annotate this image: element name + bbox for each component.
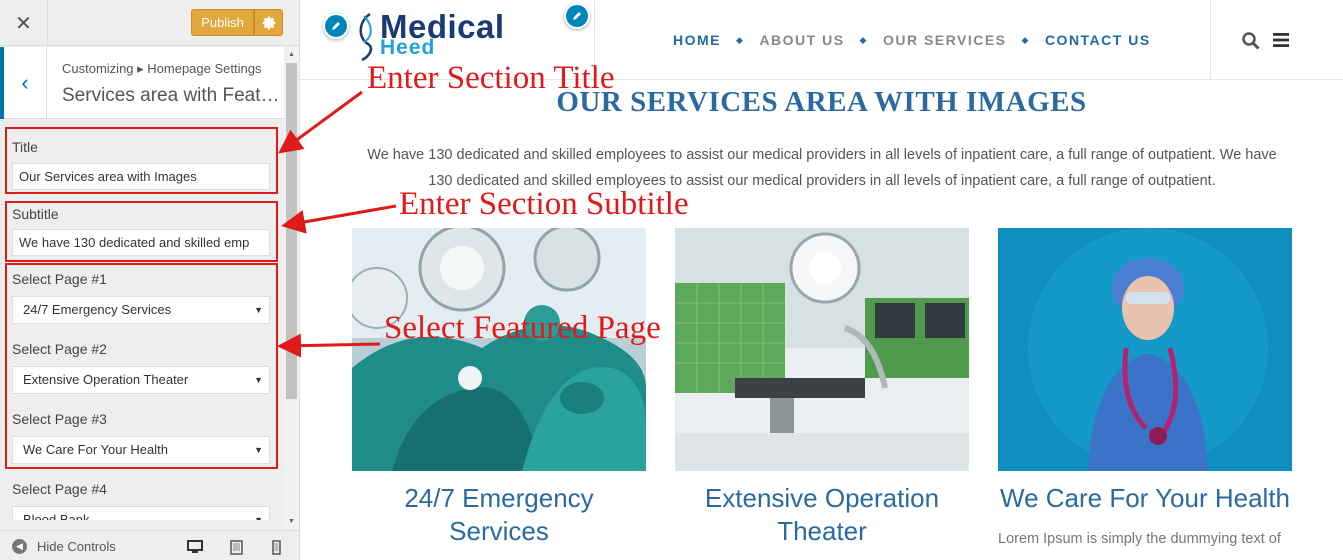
logo-mark-icon [359,12,373,62]
collapse-icon: ◀ [12,539,27,554]
service-card[interactable]: Extensive Operation Theater [675,228,969,548]
close-customizer-button[interactable]: ✕ [0,0,48,46]
service-card-title[interactable]: Extensive Operation Theater [675,482,969,548]
annotation-pages: Select Featured Page [384,310,661,346]
annotation-subtitle: Enter Section Subtitle [399,186,689,222]
service-card[interactable]: 24/7 Emergency Services [352,228,646,548]
service-card-title[interactable]: 24/7 Emergency Services [352,482,646,548]
edit-title-pencil-icon[interactable] [564,3,590,29]
chevron-down-icon: ▼ [254,515,263,520]
customizer-footer: ◀ Hide Controls [0,530,299,560]
page4-label: Select Page #4 [12,481,107,497]
hide-controls-button[interactable]: ◀ Hide Controls [12,539,116,554]
nav-contact[interactable]: CONTACT US [1045,32,1151,48]
nav-home[interactable]: HOME [673,32,721,48]
subtitle-highlight-box [5,201,278,262]
page4-select[interactable]: Blood Bank ▼ [12,506,270,520]
close-icon: ✕ [15,12,32,35]
logo-text-bottom: Heed [380,36,436,59]
nav-separator: ◆ [736,34,745,45]
customizer-header: ✕ Publish [0,0,299,46]
surgery-image[interactable] [352,228,646,471]
menu-icon[interactable] [1273,33,1289,47]
gear-icon [262,16,275,29]
doctor-image[interactable] [998,228,1292,471]
nav-services[interactable]: OUR SERVICES [883,32,1007,48]
nav-about[interactable]: ABOUT US [759,32,844,48]
section-header: ‹ Customizing ▸ Homepage Settings Servic… [0,47,284,119]
customizer-sidebar: ✕ Publish ‹ Customizing ▸ Homepage Setti… [0,0,300,560]
desktop-preview-icon[interactable] [187,540,203,554]
publish-button[interactable]: Publish [191,9,254,36]
operation-theater-image[interactable] [675,228,969,471]
pages-highlight-box [5,263,278,469]
page4-value: Blood Bank [23,512,90,520]
title-highlight-box [5,127,278,194]
search-icon[interactable] [1242,32,1260,50]
tablet-preview-icon[interactable] [230,540,243,555]
scroll-down-icon[interactable]: ▼ [284,514,299,529]
sidebar-scrollbar[interactable]: ▲ ▼ [284,47,299,529]
service-card-description: Lorem Ipsum is simply the dummying text … [998,531,1281,547]
chevron-left-icon: ‹ [21,70,29,95]
service-card-title[interactable]: We Care For Your Health [998,482,1292,515]
scroll-up-icon[interactable]: ▲ [284,47,299,62]
publish-label: Publish [201,15,244,30]
annotation-title: Enter Section Title [367,60,615,96]
mobile-preview-icon[interactable] [272,540,281,555]
site-preview: Medical Heed HOME ◆ ABOUT US ◆ OUR SERVI… [300,0,1343,560]
section-title: Services area with Feat… [62,85,280,106]
publish-settings-button[interactable] [254,9,283,36]
service-card[interactable]: We Care For Your Health Lorem Ipsum is s… [998,228,1292,552]
header-tools [1210,0,1343,80]
breadcrumb: Customizing ▸ Homepage Settings [62,61,262,76]
edit-logo-pencil-icon[interactable] [323,13,349,39]
nav-separator: ◆ [1021,34,1030,45]
controls-panel: Title Our Services area with Images Subt… [0,120,284,520]
back-button[interactable]: ‹ [0,47,47,119]
hide-controls-label: Hide Controls [37,539,116,554]
main-nav: HOME ◆ ABOUT US ◆ OUR SERVICES ◆ CONTACT… [673,32,1151,48]
nav-separator: ◆ [859,34,868,45]
scrollbar-thumb[interactable] [286,63,297,399]
